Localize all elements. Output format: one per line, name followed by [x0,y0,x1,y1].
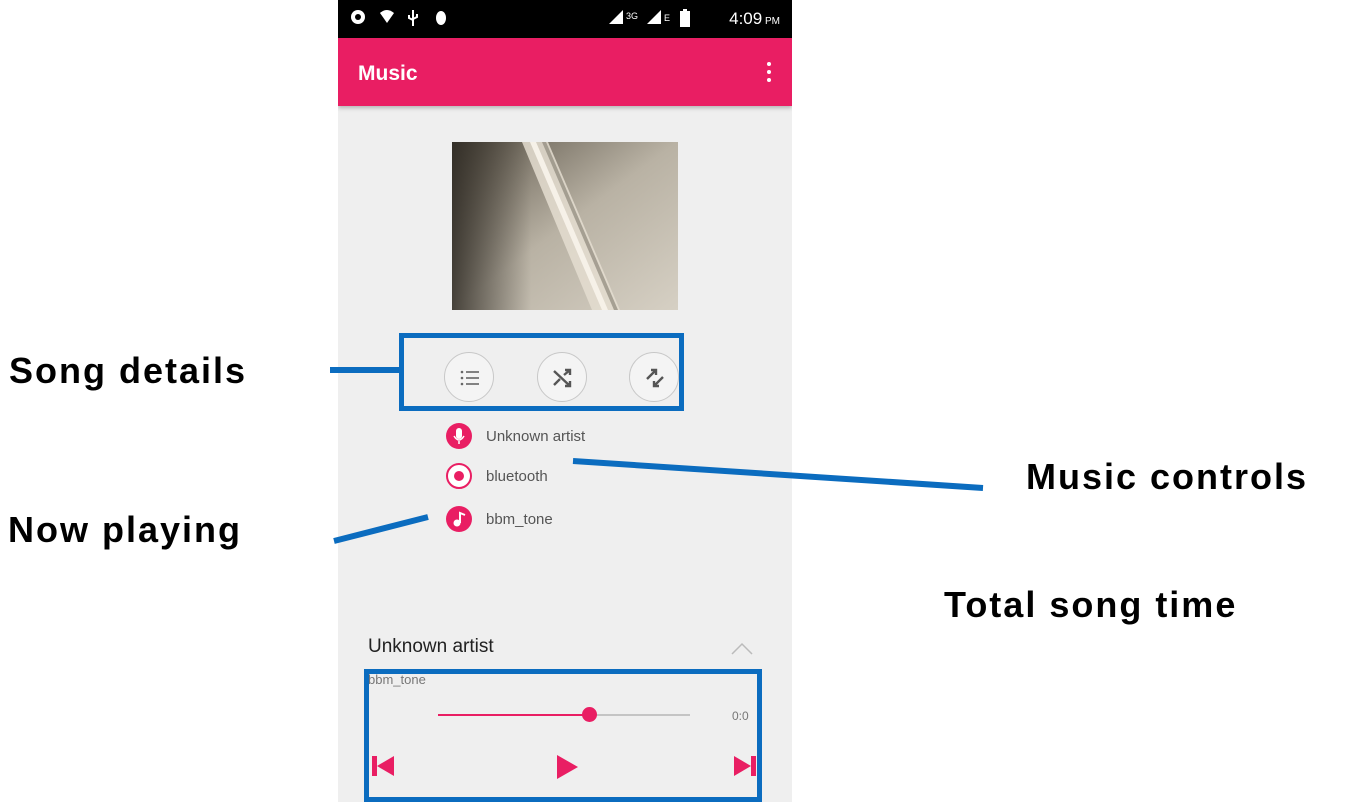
annotation-total-song-time: Total song time [944,584,1238,625]
music-controls-highlight-box [364,669,762,802]
music-controls-line [572,458,984,491]
annotation-song-details: Song details [9,350,248,391]
song-details-highlight-box [399,333,684,411]
now-playing-line [333,514,429,544]
annotation-music-controls: Music controls [1026,456,1309,497]
annotation-now-playing: Now playing [8,509,243,550]
